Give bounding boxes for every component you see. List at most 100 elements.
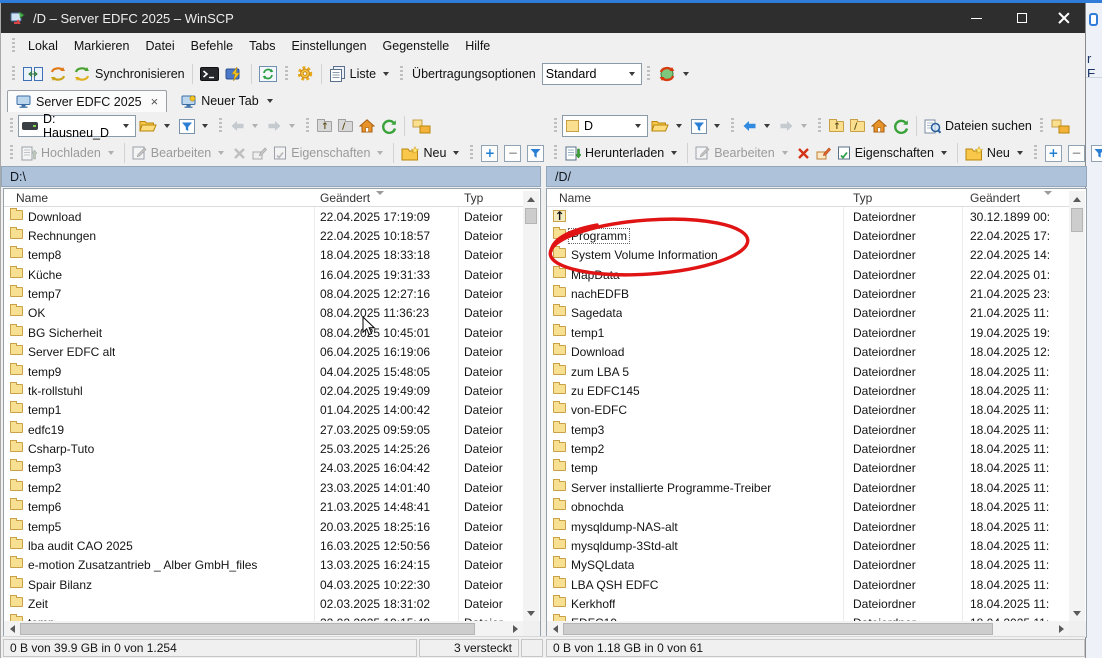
file-row[interactable]: edfc1927.03.2025 09:59:05Dateior: [4, 420, 523, 439]
file-row[interactable]: Server EDFC alt06.04.2025 16:19:06Dateio…: [4, 343, 523, 362]
toolbar-grip[interactable]: [554, 145, 557, 161]
file-row[interactable]: MySQLdataDateiordner18.04.2025 11:: [547, 556, 1069, 575]
column-header-type[interactable]: Typ: [853, 191, 872, 205]
menu-markieren[interactable]: Markieren: [66, 36, 138, 56]
scroll-down-arrow[interactable]: [523, 605, 539, 621]
right-path-bar[interactable]: /D/: [546, 166, 1087, 187]
right-edit-button[interactable]: Bearbeiten: [692, 141, 793, 165]
file-row[interactable]: MapDataDateiordner22.04.2025 01:: [547, 265, 1069, 284]
left-delete-button[interactable]: [230, 141, 249, 165]
scroll-left-arrow[interactable]: [547, 621, 563, 637]
right-rename-button[interactable]: [813, 141, 834, 165]
file-row[interactable]: tk-rollstuhl02.04.2025 19:49:09Dateior: [4, 381, 523, 400]
toolbar-grip[interactable]: [12, 38, 15, 54]
file-row[interactable]: BG Sicherheit08.04.2025 10:45:01Dateior: [4, 323, 523, 342]
file-row[interactable]: temp520.03.2025 18:25:16Dateior: [4, 517, 523, 536]
toolbar-grip[interactable]: [818, 118, 821, 134]
file-row[interactable]: mysqldump-NAS-altDateiordner18.04.2025 1…: [547, 517, 1069, 536]
file-row[interactable]: System Volume InformationDateiordner22.0…: [547, 246, 1069, 265]
file-row[interactable]: Csharp-Tuto25.03.2025 14:25:26Dateior: [4, 440, 523, 459]
file-row[interactable]: e-motion Zusatzantrieb _ Alber GmbH_file…: [4, 556, 523, 575]
file-row[interactable]: Server installierte Programme-TreiberDat…: [547, 478, 1069, 497]
left-open-directory-button[interactable]: [136, 114, 176, 138]
column-header-modified[interactable]: Geändert: [320, 191, 370, 205]
left-unselect-button[interactable]: −: [501, 141, 524, 165]
file-row[interactable]: temp708.04.2025 12:27:16Dateior: [4, 285, 523, 304]
column-header-name[interactable]: Name: [16, 191, 48, 205]
toolbar-grip[interactable]: [400, 66, 403, 82]
left-filter-button[interactable]: [176, 114, 214, 138]
toolbar-grip[interactable]: [10, 118, 13, 134]
toolbar-grip[interactable]: [219, 118, 222, 134]
scrollbar-thumb[interactable]: [20, 623, 475, 635]
right-new-button[interactable]: Neu: [962, 141, 1029, 165]
right-delete-button[interactable]: [794, 141, 813, 165]
scrollbar-thumb[interactable]: [525, 208, 537, 224]
file-row[interactable]: ProgrammDateiordner22.04.2025 17:: [547, 226, 1069, 245]
toolbar-grip[interactable]: [12, 66, 15, 82]
toolbar-grip[interactable]: [731, 118, 734, 134]
menu-einstellungen[interactable]: Einstellungen: [283, 36, 374, 56]
file-row[interactable]: obnochdaDateiordner18.04.2025 11:: [547, 498, 1069, 517]
column-header-type[interactable]: Typ: [464, 191, 483, 205]
preferences-button[interactable]: [293, 62, 317, 86]
minimize-button[interactable]: [954, 3, 999, 33]
left-home-button[interactable]: [356, 114, 378, 138]
left-edit-button[interactable]: Bearbeiten: [129, 141, 230, 165]
right-parent-directory-button[interactable]: ↑: [826, 114, 847, 138]
scroll-up-arrow[interactable]: [523, 191, 539, 207]
right-root-directory-button[interactable]: /: [847, 114, 868, 138]
column-header-name[interactable]: Name: [559, 191, 591, 205]
scrollbar-thumb[interactable]: [1071, 208, 1083, 232]
file-row[interactable]: SagedataDateiordner21.04.2025 11:: [547, 304, 1069, 323]
left-drive-combobox[interactable]: D: Hausneu_D: [18, 115, 136, 137]
toolbar-grip[interactable]: [1034, 145, 1037, 161]
file-row[interactable]: mysqldump-3Std-altDateiordner18.04.2025 …: [547, 536, 1069, 555]
right-drive-combobox[interactable]: D: [562, 115, 648, 137]
left-properties-button[interactable]: Eigenschaften: [270, 141, 389, 165]
tab-new[interactable]: Neuer Tab: [173, 90, 283, 112]
file-row[interactable]: Rechnungen22.04.2025 10:18:57Dateior: [4, 226, 523, 245]
file-row[interactable]: zum LBA 5Dateiordner18.04.2025 11:: [547, 362, 1069, 381]
toolbar-grip[interactable]: [285, 66, 288, 82]
menu-gegenstelle[interactable]: Gegenstelle: [375, 36, 458, 56]
left-new-button[interactable]: Neu: [398, 141, 465, 165]
right-select-button[interactable]: +: [1042, 141, 1065, 165]
toolbar-grip[interactable]: [554, 118, 557, 134]
file-row[interactable]: temp324.03.2025 16:04:42Dateior: [4, 459, 523, 478]
panel-style-button[interactable]: Liste: [326, 62, 395, 86]
menu-tabs[interactable]: Tabs: [241, 36, 283, 56]
scroll-down-arrow[interactable]: [1069, 605, 1085, 621]
right-home-button[interactable]: [868, 114, 890, 138]
menu-hilfe[interactable]: Hilfe: [457, 36, 498, 56]
left-tree-toggle-button[interactable]: [409, 114, 434, 138]
file-row[interactable]: LBA QSH EDFCDateiordner18.04.2025 11:: [547, 575, 1069, 594]
file-row[interactable]: Spair Bilanz04.03.2025 10:22:30Dateior: [4, 575, 523, 594]
left-parent-directory-button[interactable]: ↑: [314, 114, 335, 138]
left-horizontal-scrollbar[interactable]: [4, 621, 523, 637]
synchronization-options-button[interactable]: [655, 62, 695, 86]
left-selection-filter-button[interactable]: [524, 141, 547, 165]
left-vertical-scrollbar[interactable]: [523, 191, 539, 621]
file-row[interactable]: Zeit02.03.2025 18:31:02Dateior: [4, 595, 523, 614]
right-vertical-scrollbar[interactable]: [1069, 191, 1085, 621]
left-root-directory-button[interactable]: /: [335, 114, 356, 138]
left-forward-button[interactable]: [264, 114, 301, 138]
refresh-panels-button[interactable]: [256, 62, 280, 86]
file-row[interactable]: lba audit CAO 202516.03.2025 12:50:56Dat…: [4, 536, 523, 555]
right-unselect-button[interactable]: −: [1065, 141, 1088, 165]
file-row[interactable]: tempDateiordner18.04.2025 11:: [547, 459, 1069, 478]
left-rename-button[interactable]: [249, 141, 270, 165]
file-row[interactable]: temp904.04.2025 15:48:05Dateior: [4, 362, 523, 381]
left-back-button[interactable]: [227, 114, 264, 138]
file-row[interactable]: KerkhoffDateiordner18.04.2025 11:: [547, 595, 1069, 614]
scroll-right-arrow[interactable]: [507, 621, 523, 637]
split-panels-button[interactable]: [20, 62, 46, 86]
file-row[interactable]: Download22.04.2025 17:19:09Dateior: [4, 207, 523, 226]
right-selection-filter-button[interactable]: [1088, 141, 1102, 165]
file-row[interactable]: ↑Dateiordner30.12.1899 00:: [547, 207, 1069, 226]
file-row[interactable]: temp101.04.2025 14:00:42Dateior: [4, 401, 523, 420]
file-row[interactable]: von-EDFCDateiordner18.04.2025 11:: [547, 401, 1069, 420]
file-row[interactable]: nachEDFBDateiordner21.04.2025 23:: [547, 285, 1069, 304]
right-refresh-button[interactable]: [890, 114, 912, 138]
